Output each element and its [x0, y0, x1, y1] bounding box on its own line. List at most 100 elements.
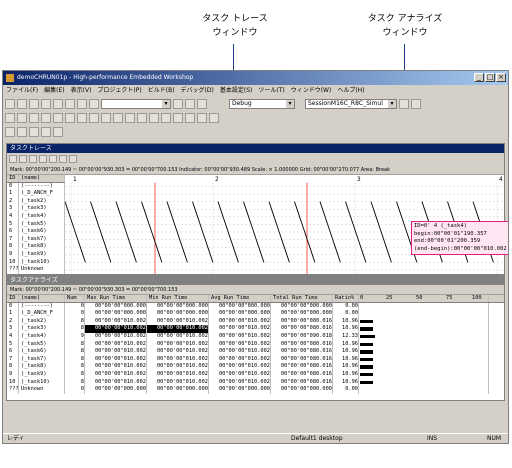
task-trace-icon[interactable]	[209, 113, 219, 123]
paste-icon[interactable]	[77, 99, 87, 109]
trace-task-row[interactable]: 8 (_task8)	[7, 243, 65, 251]
analyze-task-row[interactable]: 5 (_task5) 8 00"00'00"010.002 00"00'00"010.0…	[7, 340, 504, 349]
reset-go-icon[interactable]	[17, 113, 27, 123]
menu-edit[interactable]: 編集(E)	[41, 85, 67, 97]
menu-help[interactable]: ヘルプ(H)	[334, 85, 367, 97]
view-icon-3[interactable]	[29, 127, 39, 137]
session-combo[interactable]: SessionM16C_R8C_Simul	[305, 99, 397, 109]
trace-header-row: ID (name)	[7, 175, 65, 183]
save-icon[interactable]	[29, 99, 39, 109]
trace-task-row[interactable]: 1 (_D_ANCH_F	[7, 190, 65, 198]
stop-build-icon[interactable]	[197, 99, 207, 109]
menu-window[interactable]: ウィンドウ(W)	[288, 85, 335, 97]
trace-settings-icon[interactable]	[69, 155, 77, 163]
connect-icon[interactable]	[399, 99, 409, 109]
watch-icon[interactable]	[113, 113, 123, 123]
menu-project[interactable]: プロジェクト(P)	[94, 85, 144, 97]
debug-config-combo[interactable]: Debug	[229, 99, 295, 109]
menu-setup[interactable]: 基本設定(S)	[217, 85, 256, 97]
app-title-bar: demoCHRUN01p - High-performance Embedded…	[3, 71, 508, 85]
analyze-task-row[interactable]: 7 (_task7) 8 00"00'00"010.002 00"00'00"010.0…	[7, 355, 504, 364]
analyze-ratio: 0.00	[333, 386, 359, 394]
trace-mark-icon[interactable]	[39, 155, 47, 163]
close-button[interactable]: ×	[496, 73, 506, 82]
analyze-task-row[interactable]: 2 (_task2) 8 00"00'00"010.002 00"00'00"010.0…	[7, 317, 504, 326]
analyze-task-row[interactable]: 9 (_task9) 8 00"00'00"010.002 00"00'00"010.0…	[7, 370, 504, 379]
trace-task-row[interactable]: 10 (_task10)	[7, 258, 65, 267]
trace-task-row[interactable]: ??? Unknown	[7, 266, 65, 274]
step-over-icon[interactable]	[41, 113, 51, 123]
trace-zoom-in-icon[interactable]	[9, 155, 17, 163]
go-icon[interactable]	[5, 113, 15, 123]
analyze-ratio-bar	[360, 357, 374, 362]
cut-icon[interactable]	[53, 99, 63, 109]
halt-icon[interactable]	[65, 113, 75, 123]
analyze-ratio: 10.96	[333, 370, 359, 379]
trace-task-row[interactable]: 9 (_task9)	[7, 250, 65, 259]
menu-tools[interactable]: ツール(T)	[255, 85, 287, 97]
trace-indicator-icon[interactable]	[59, 155, 67, 163]
open-file-icon[interactable]	[17, 99, 27, 109]
search-combo[interactable]	[101, 99, 171, 109]
analyze-task-row[interactable]: 8 (_task8) 8 00"00'00"010.002 00"00'00"010.0…	[7, 363, 504, 371]
analyze-task-row[interactable]: 3 (_task3) 8 00"00'00"010.002 00"00'00"010.0…	[7, 325, 504, 333]
analyze-task-row[interactable]: 6 (_task6) 8 00"00'00"010.002 00"00'00"010.0…	[7, 348, 504, 356]
trace-zoom-out-icon[interactable]	[19, 155, 27, 163]
view-icon-5[interactable]	[53, 127, 63, 137]
stack-icon[interactable]	[185, 113, 195, 123]
analyze-max-time: 00"00'00"010.002	[85, 348, 147, 356]
analyze-header-ratio: Ratio%	[333, 295, 359, 302]
help-icon[interactable]	[411, 99, 421, 109]
disassembly-icon[interactable]	[161, 113, 171, 123]
build-icon[interactable]	[173, 99, 183, 109]
view-icon-1[interactable]	[5, 127, 15, 137]
step-in-icon[interactable]	[29, 113, 39, 123]
trace-task-row[interactable]: 6 (_task6)	[7, 228, 65, 236]
trace-task-row[interactable]: 2 (_task2)	[7, 197, 65, 206]
print-icon[interactable]	[41, 99, 51, 109]
copy-icon[interactable]	[65, 99, 75, 109]
toolbar-row-2	[3, 111, 508, 125]
analyze-task-row[interactable]: 0 (--------) 0 00"00'00"000.000 00"00'00"000…	[7, 302, 504, 311]
trace-task-row[interactable]: 4 (_task4)	[7, 212, 65, 221]
find-icon[interactable]	[89, 99, 99, 109]
menu-file[interactable]: ファイル(F)	[3, 85, 41, 97]
analyze-task-row[interactable]: 10 (_task10) 8 00"00'00"010.002 00"00'00"010…	[7, 378, 504, 387]
popup-line-duration: (end-begin):00"00'00"010.002	[414, 245, 507, 252]
menu-view[interactable]: 表示(V)	[68, 85, 95, 97]
locals-icon[interactable]	[125, 113, 135, 123]
io-icon[interactable]	[173, 113, 183, 123]
step-out-icon[interactable]	[53, 113, 63, 123]
window-buttons: _ □ ×	[474, 73, 506, 82]
task-trace-window: タスクトレース Mark: 00"00'00"200.149 ~ 00"00'0…	[6, 143, 508, 275]
minimize-button[interactable]: _	[474, 73, 484, 82]
build-all-icon[interactable]	[185, 99, 195, 109]
maximize-button[interactable]: □	[485, 73, 495, 82]
view-icon-4[interactable]	[41, 127, 51, 137]
analyze-task-row[interactable]: 4 (_task4) 9 00"00'00"010.002 00"00'00"010.0…	[7, 332, 504, 341]
graph-icon[interactable]	[197, 113, 207, 123]
trace-fit-icon[interactable]	[29, 155, 37, 163]
view-icon-2[interactable]	[17, 127, 27, 137]
trace-task-row[interactable]: 0 (--------)	[7, 182, 65, 191]
trace-task-row[interactable]: 3 (_task3)	[7, 205, 65, 213]
trace-task-row[interactable]: 5 (_task5)	[7, 220, 65, 229]
analyze-task-row[interactable]: ??? Unknown 0 00"00'00"000.000 00"00'00"000.…	[7, 386, 504, 394]
register-icon[interactable]	[89, 113, 99, 123]
trace-search-icon[interactable]	[49, 155, 57, 163]
menu-debug[interactable]: デバッグ(D)	[178, 85, 217, 97]
analyze-avg-time: 00"00'00"000.000	[209, 386, 271, 394]
memory-icon[interactable]	[101, 113, 111, 123]
analyze-min-time: 00"00'00"000.000	[147, 302, 209, 311]
breakpoint-icon[interactable]	[137, 113, 147, 123]
analyze-task-row[interactable]: 1 (_D_ANCH_F 0 00"00'00"000.000 00"00'00"000…	[7, 310, 504, 318]
status-desktop[interactable]: Default1 desktop	[291, 434, 343, 443]
analyze-header-min: Min Run Time	[147, 295, 209, 302]
menu-build[interactable]: ビルド(B)	[145, 85, 178, 97]
analyze-name: (_task2)	[19, 317, 65, 326]
new-file-icon[interactable]	[5, 99, 15, 109]
trace-task-row[interactable]: 7 (_task7)	[7, 235, 65, 244]
trace-icon[interactable]	[149, 113, 159, 123]
trace-header-name: (name)	[19, 175, 65, 182]
reset-icon[interactable]	[77, 113, 87, 123]
